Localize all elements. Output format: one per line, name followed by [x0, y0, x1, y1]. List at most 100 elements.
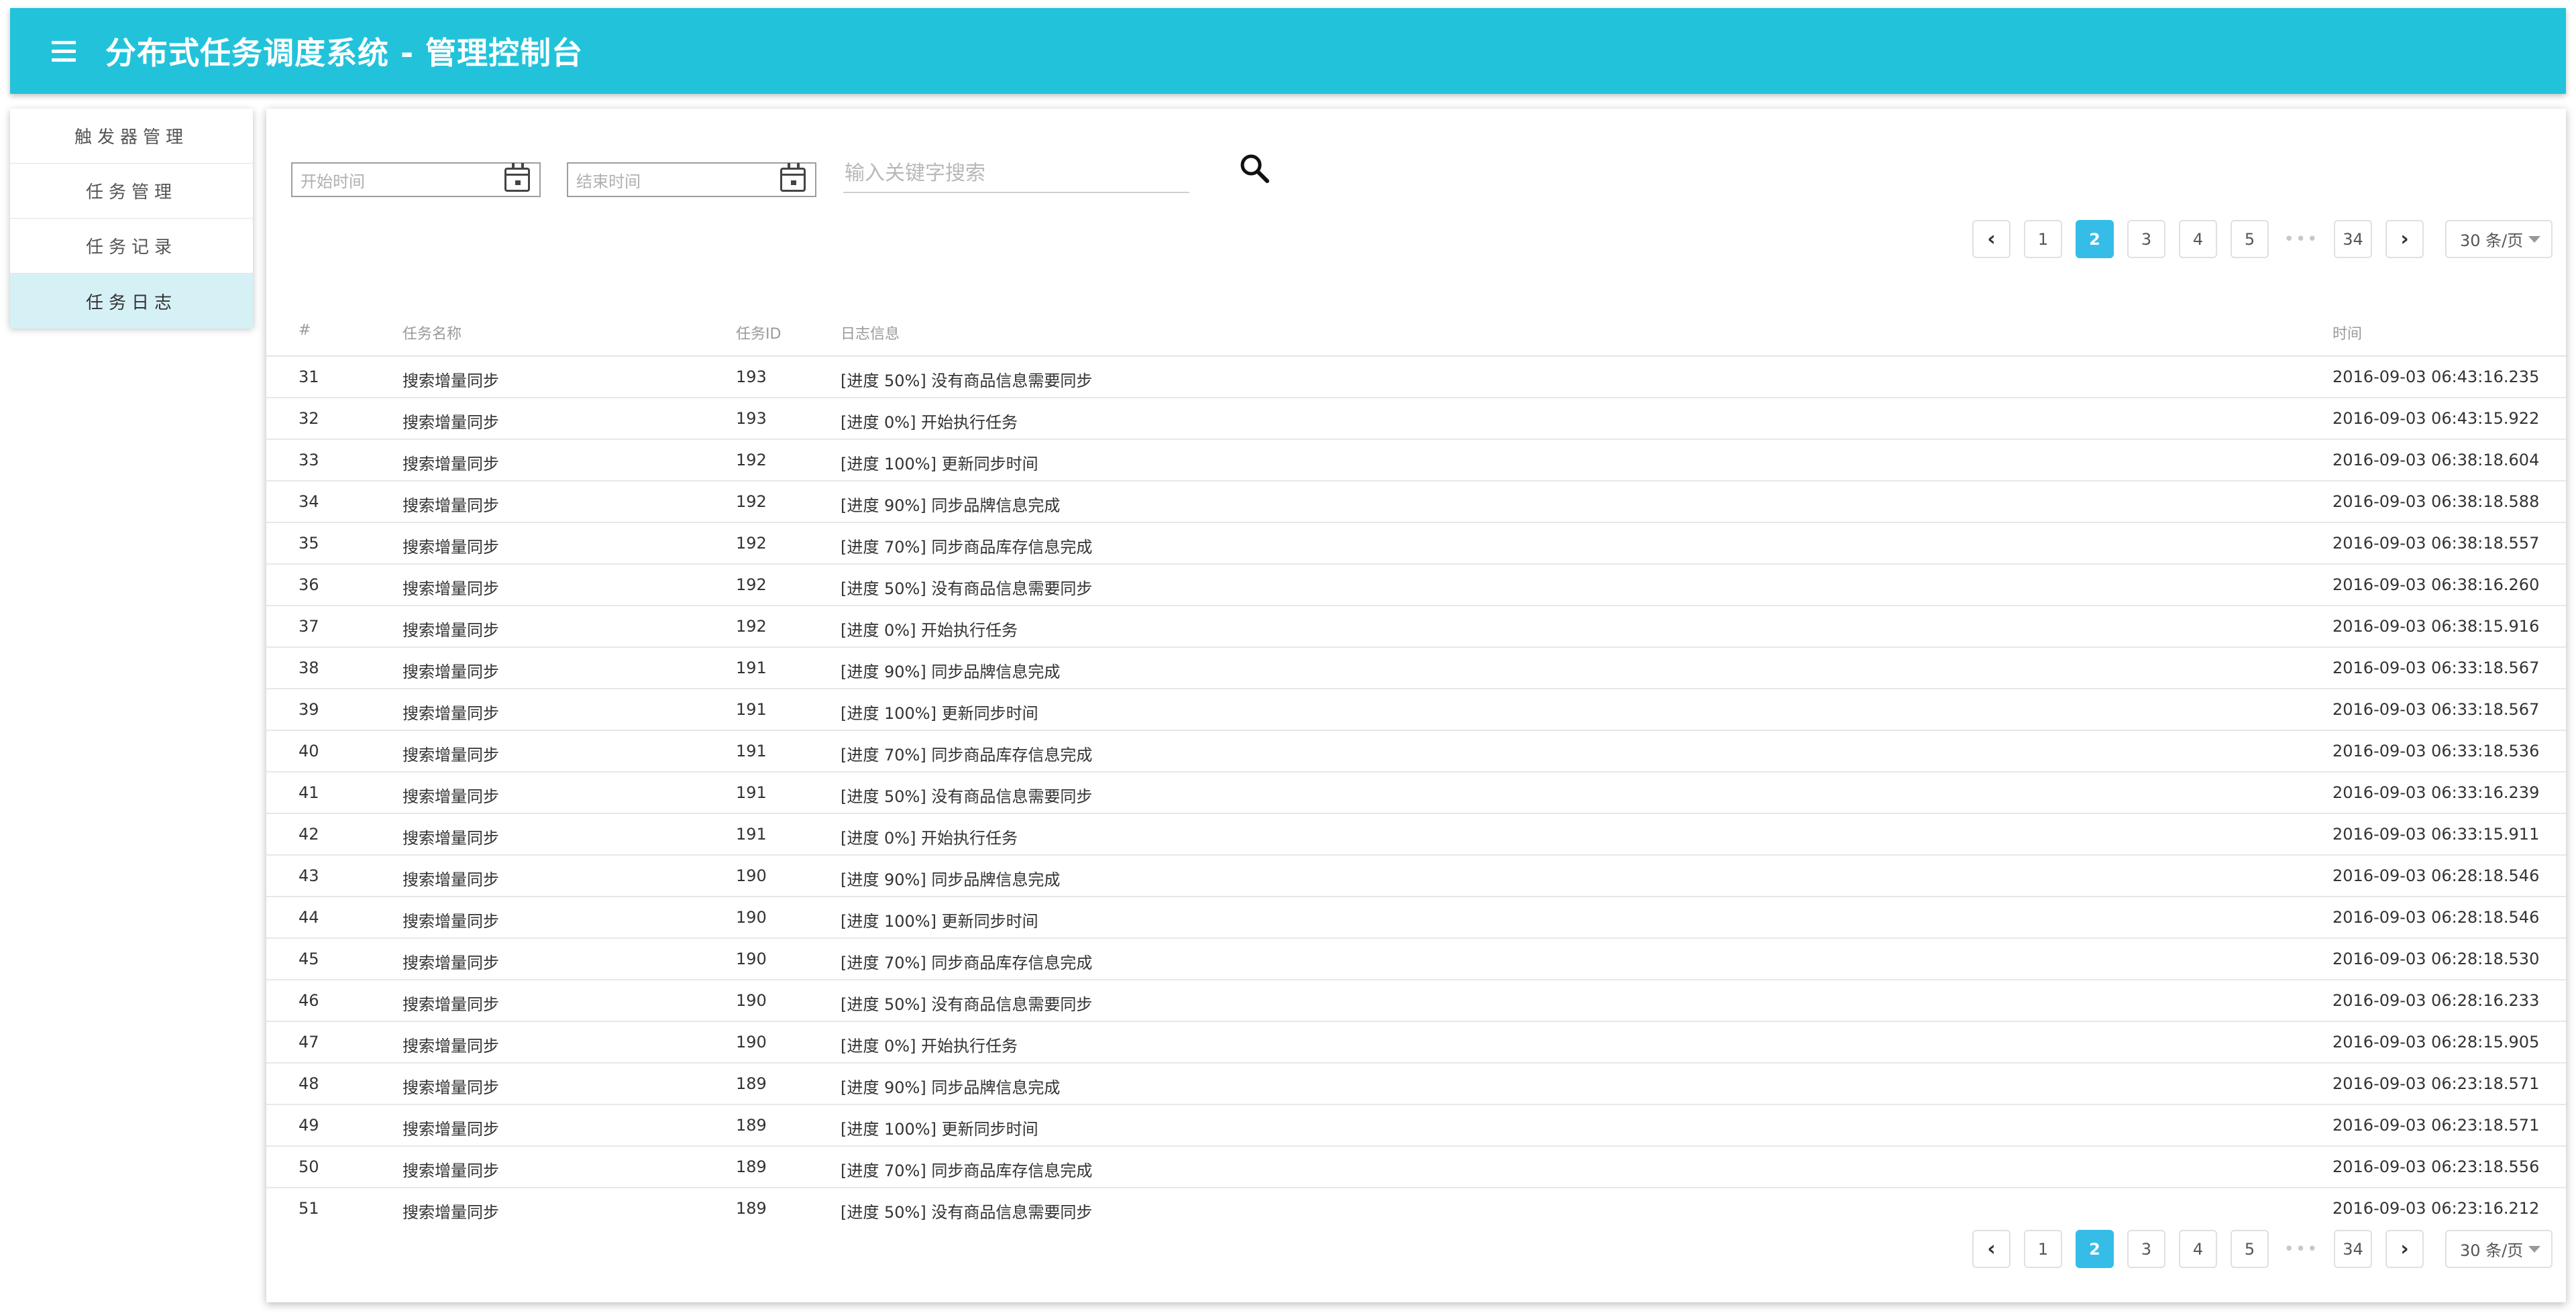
- row-task-id: 191: [736, 742, 767, 760]
- row-task-name: 搜索增量同步: [402, 1078, 499, 1097]
- row-task-id: 189: [736, 1074, 767, 1093]
- row-log-info: [进度 90%] 同步品牌信息完成: [841, 870, 1061, 889]
- row-task-name: 搜索增量同步: [402, 829, 499, 848]
- table-body: 31 搜索增量同步 193 [进度 50%] 没有商品信息需要同步 2016-09-03…: [266, 357, 2566, 1222]
- row-task-name: 搜索增量同步: [402, 621, 499, 640]
- page-button[interactable]: 3: [2127, 220, 2165, 258]
- sidebar-item-tasks[interactable]: 任务管理: [10, 164, 253, 219]
- row-log-info: [进度 0%] 开始执行任务: [841, 413, 1018, 432]
- table-row: 51 搜索增量同步 189 [进度 50%] 没有商品信息需要同步 2016-09-03…: [266, 1188, 2566, 1222]
- row-index: 31: [299, 367, 319, 386]
- row-task-name: 搜索增量同步: [402, 912, 499, 931]
- row-task-id: 193: [736, 409, 767, 428]
- row-log-info: [进度 50%] 没有商品信息需要同步: [841, 372, 1093, 390]
- end-time-field[interactable]: 结束时间: [567, 162, 816, 197]
- search-icon[interactable]: [1234, 148, 1277, 190]
- table-header: # 任务名称 任务ID 日志信息 时间: [266, 302, 2566, 357]
- row-log-info: [进度 50%] 没有商品信息需要同步: [841, 995, 1093, 1014]
- row-task-name: 搜索增量同步: [402, 787, 499, 806]
- row-time: 2016-09-03 06:23:18.556: [2332, 1157, 2540, 1176]
- row-task-id: 189: [736, 1116, 767, 1135]
- row-task-name: 搜索增量同步: [402, 995, 499, 1014]
- pagination-bottom: ‹ 1 2 3 4 5 ••• 34 › 30 条/页: [1972, 1230, 2553, 1268]
- table-row: 47 搜索增量同步 190 [进度 0%] 开始执行任务 2016-09-03 06:2…: [266, 1022, 2566, 1064]
- per-page-select[interactable]: 30 条/页: [2445, 220, 2553, 258]
- sidebar-item-task-records[interactable]: 任务记录: [10, 219, 253, 274]
- column-header-index: #: [299, 322, 311, 339]
- page-button-last[interactable]: 34: [2334, 220, 2372, 258]
- column-header-time: 时间: [2332, 326, 2363, 343]
- table-row: 50 搜索增量同步 189 [进度 70%] 同步商品库存信息完成 2016-09-03…: [266, 1147, 2566, 1188]
- sidebar-item-task-logs[interactable]: 任务日志: [10, 274, 253, 329]
- row-log-info: [进度 90%] 同步品牌信息完成: [841, 496, 1061, 515]
- row-time: 2016-09-03 06:23:16.212: [2332, 1199, 2540, 1218]
- row-index: 32: [299, 409, 319, 428]
- row-index: 48: [299, 1074, 319, 1093]
- page-button-current[interactable]: 2: [2076, 1230, 2114, 1268]
- page-button[interactable]: 4: [2179, 220, 2217, 258]
- row-index: 37: [299, 617, 319, 636]
- app-header: 分布式任务调度系统 - 管理控制台: [10, 8, 2566, 94]
- table-row: 45 搜索增量同步 190 [进度 70%] 同步商品库存信息完成 2016-09-03…: [266, 939, 2566, 980]
- row-log-info: [进度 70%] 同步商品库存信息完成: [841, 1161, 1093, 1180]
- row-time: 2016-09-03 06:38:18.557: [2332, 534, 2540, 553]
- page-button-current[interactable]: 2: [2076, 220, 2114, 258]
- calendar-icon[interactable]: [504, 163, 530, 192]
- table-row: 33 搜索增量同步 192 [进度 100%] 更新同步时间 2016-09-03 06…: [266, 440, 2566, 481]
- row-index: 38: [299, 659, 319, 677]
- calendar-icon[interactable]: [780, 163, 806, 192]
- row-time: 2016-09-03 06:38:16.260: [2332, 575, 2540, 594]
- table-row: 40 搜索增量同步 191 [进度 70%] 同步商品库存信息完成 2016-09-03…: [266, 731, 2566, 773]
- row-log-info: [进度 50%] 没有商品信息需要同步: [841, 1203, 1093, 1222]
- page-button[interactable]: 1: [2024, 220, 2062, 258]
- caret-down-icon: [2528, 235, 2540, 243]
- row-index: 35: [299, 534, 319, 553]
- per-page-select[interactable]: 30 条/页: [2445, 1230, 2553, 1268]
- pagination-top: ‹ 1 2 3 4 5 ••• 34 › 30 条/页: [1972, 220, 2553, 258]
- row-index: 46: [299, 991, 319, 1010]
- sidebar-item-triggers[interactable]: 触发器管理: [10, 109, 253, 164]
- row-time: 2016-09-03 06:28:18.530: [2332, 950, 2540, 968]
- page-button[interactable]: 5: [2231, 220, 2269, 258]
- row-index: 44: [299, 908, 319, 927]
- row-task-name: 搜索增量同步: [402, 1037, 499, 1055]
- pagination-ellipsis[interactable]: •••: [2282, 1239, 2320, 1259]
- page-button-last[interactable]: 34: [2334, 1230, 2372, 1268]
- row-task-name: 搜索增量同步: [402, 1120, 499, 1139]
- page-button[interactable]: 4: [2179, 1230, 2217, 1268]
- page-button[interactable]: 5: [2231, 1230, 2269, 1268]
- row-log-info: [进度 100%] 更新同步时间: [841, 455, 1038, 473]
- chevron-left-icon[interactable]: ‹: [1972, 1230, 2010, 1268]
- table-row: 39 搜索增量同步 191 [进度 100%] 更新同步时间 2016-09-03 06…: [266, 689, 2566, 731]
- chevron-left-icon[interactable]: ‹: [1972, 220, 2010, 258]
- row-log-info: [进度 50%] 没有商品信息需要同步: [841, 579, 1093, 598]
- table-row: 42 搜索增量同步 191 [进度 0%] 开始执行任务 2016-09-03 06:3…: [266, 814, 2566, 856]
- table-row: 46 搜索增量同步 190 [进度 50%] 没有商品信息需要同步 2016-09-03…: [266, 980, 2566, 1022]
- chevron-right-icon[interactable]: ›: [2385, 1230, 2424, 1268]
- row-task-id: 191: [736, 659, 767, 677]
- row-log-info: [进度 90%] 同步品牌信息完成: [841, 663, 1061, 681]
- page-button[interactable]: 3: [2127, 1230, 2165, 1268]
- row-index: 34: [299, 492, 319, 511]
- row-task-name: 搜索增量同步: [402, 538, 499, 557]
- table-row: 48 搜索增量同步 189 [进度 90%] 同步品牌信息完成 2016-09-03 0…: [266, 1064, 2566, 1105]
- end-time-placeholder: 结束时间: [576, 172, 641, 191]
- table-row: 31 搜索增量同步 193 [进度 50%] 没有商品信息需要同步 2016-09-03…: [266, 357, 2566, 398]
- pagination-ellipsis[interactable]: •••: [2282, 229, 2320, 249]
- search-input[interactable]: [843, 154, 1189, 193]
- table-row: 43 搜索增量同步 190 [进度 90%] 同步品牌信息完成 2016-09-03 0…: [266, 856, 2566, 897]
- page-button[interactable]: 1: [2024, 1230, 2062, 1268]
- row-time: 2016-09-03 06:38:18.604: [2332, 451, 2540, 469]
- chevron-right-icon[interactable]: ›: [2385, 220, 2424, 258]
- row-time: 2016-09-03 06:43:16.235: [2332, 367, 2540, 386]
- main-panel: 开始时间 结束时间 ‹ 1 2 3 4 5 ••• 34 › 30 条/页 # …: [266, 109, 2566, 1302]
- row-log-info: [进度 0%] 开始执行任务: [841, 621, 1018, 640]
- row-task-name: 搜索增量同步: [402, 372, 499, 390]
- column-header-task-id: 任务ID: [736, 326, 782, 343]
- start-time-field[interactable]: 开始时间: [291, 162, 541, 197]
- row-index: 41: [299, 783, 319, 802]
- row-index: 42: [299, 825, 319, 844]
- hamburger-menu-icon[interactable]: [42, 30, 85, 72]
- per-page-value: 30 条/页: [2460, 231, 2524, 250]
- row-task-id: 192: [736, 492, 767, 511]
